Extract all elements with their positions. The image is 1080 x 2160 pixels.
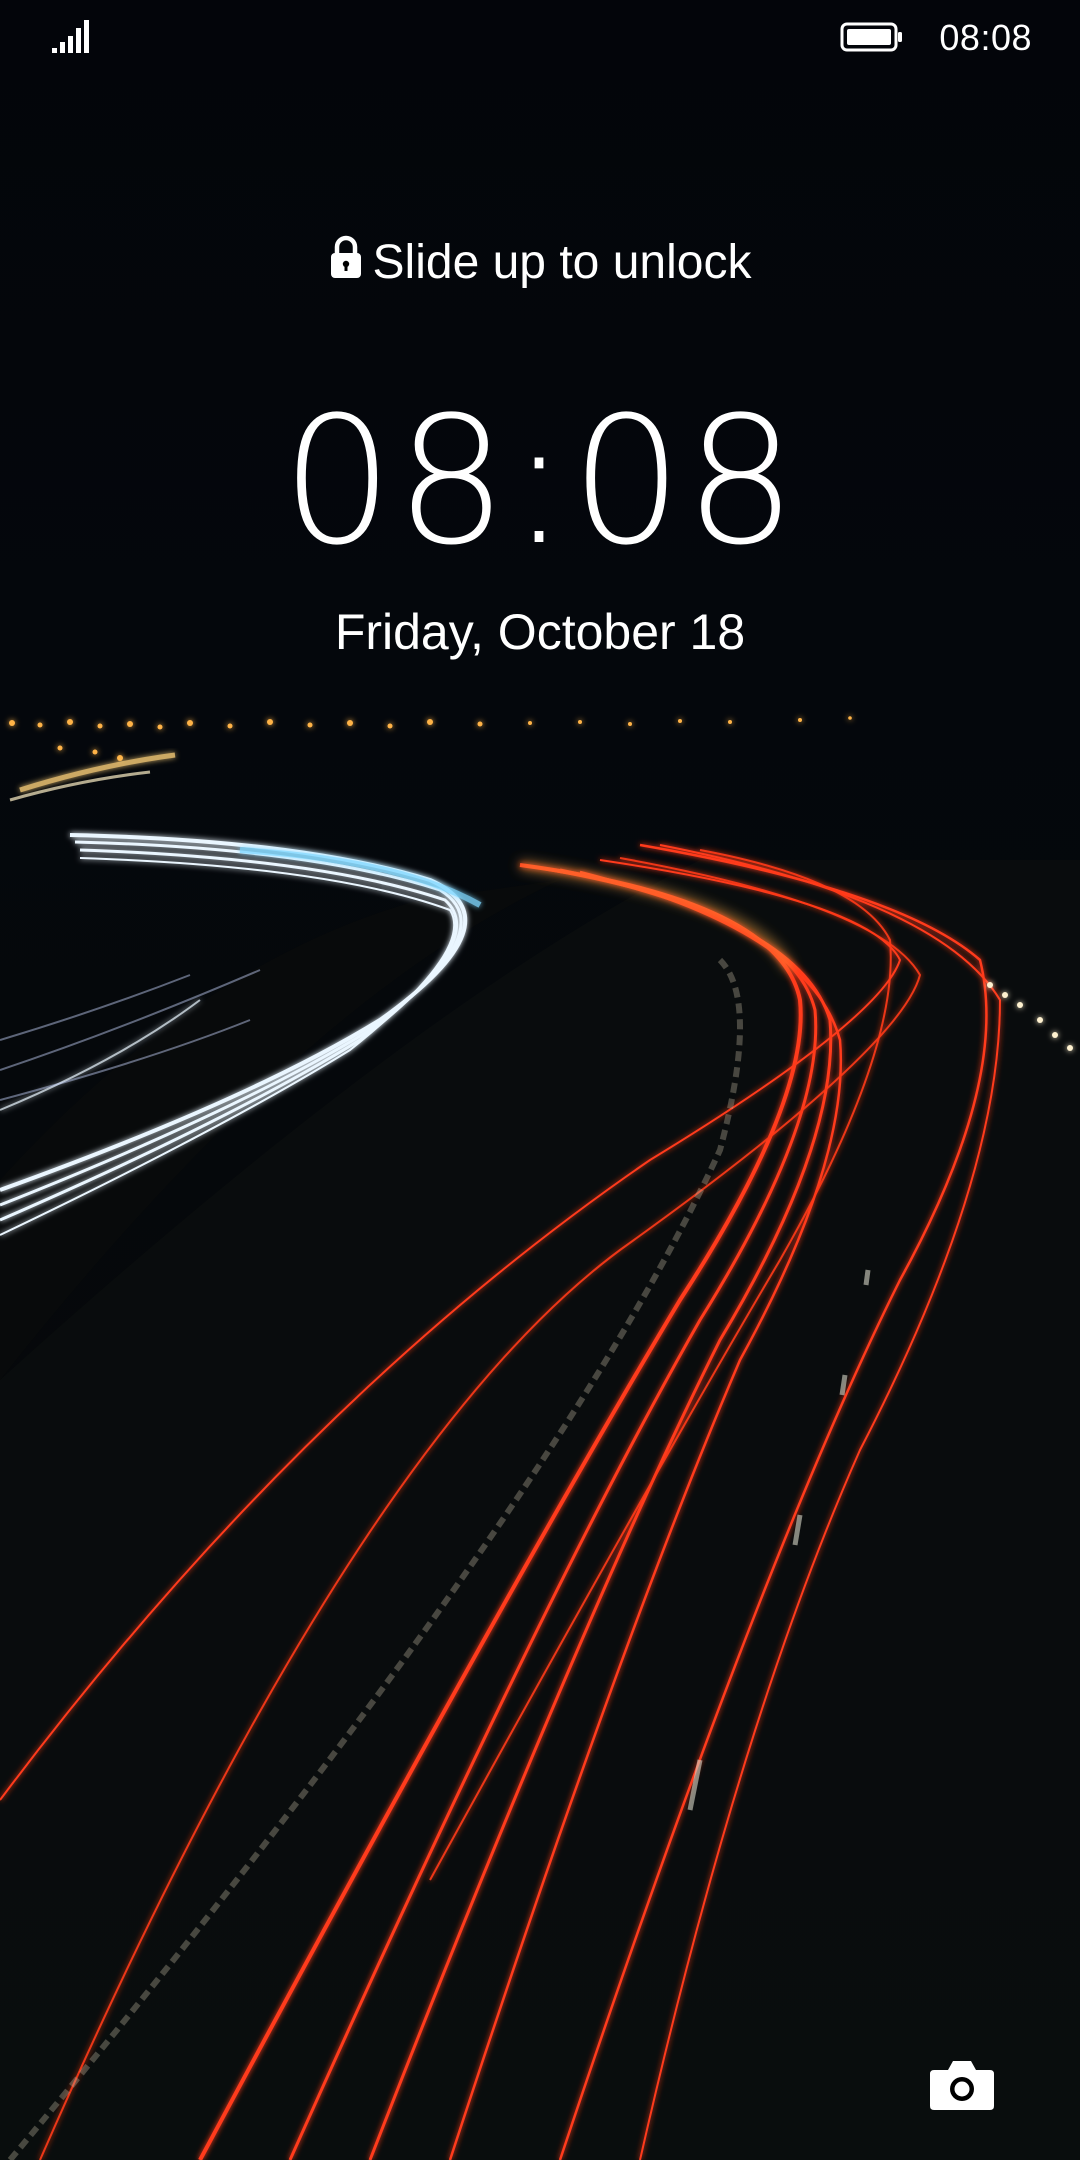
unlock-hint-label: Slide up to unlock: [372, 236, 752, 289]
lock-icon: [330, 235, 361, 278]
battery-full-icon: [840, 22, 902, 52]
lock-screen-clock: 08:08: [281, 379, 799, 584]
wallpaper-highway-image: [0, 0, 1080, 2160]
unlock-hint[interactable]: Slide up to unlock: [0, 232, 1080, 294]
status-bar-time: 08:08: [939, 17, 1032, 58]
lock-screen-date: Friday, October 18: [334, 604, 746, 660]
status-bar: 08:08: [0, 0, 1080, 72]
camera-icon[interactable]: [928, 2056, 996, 2112]
signal-bars-icon: [52, 20, 89, 53]
